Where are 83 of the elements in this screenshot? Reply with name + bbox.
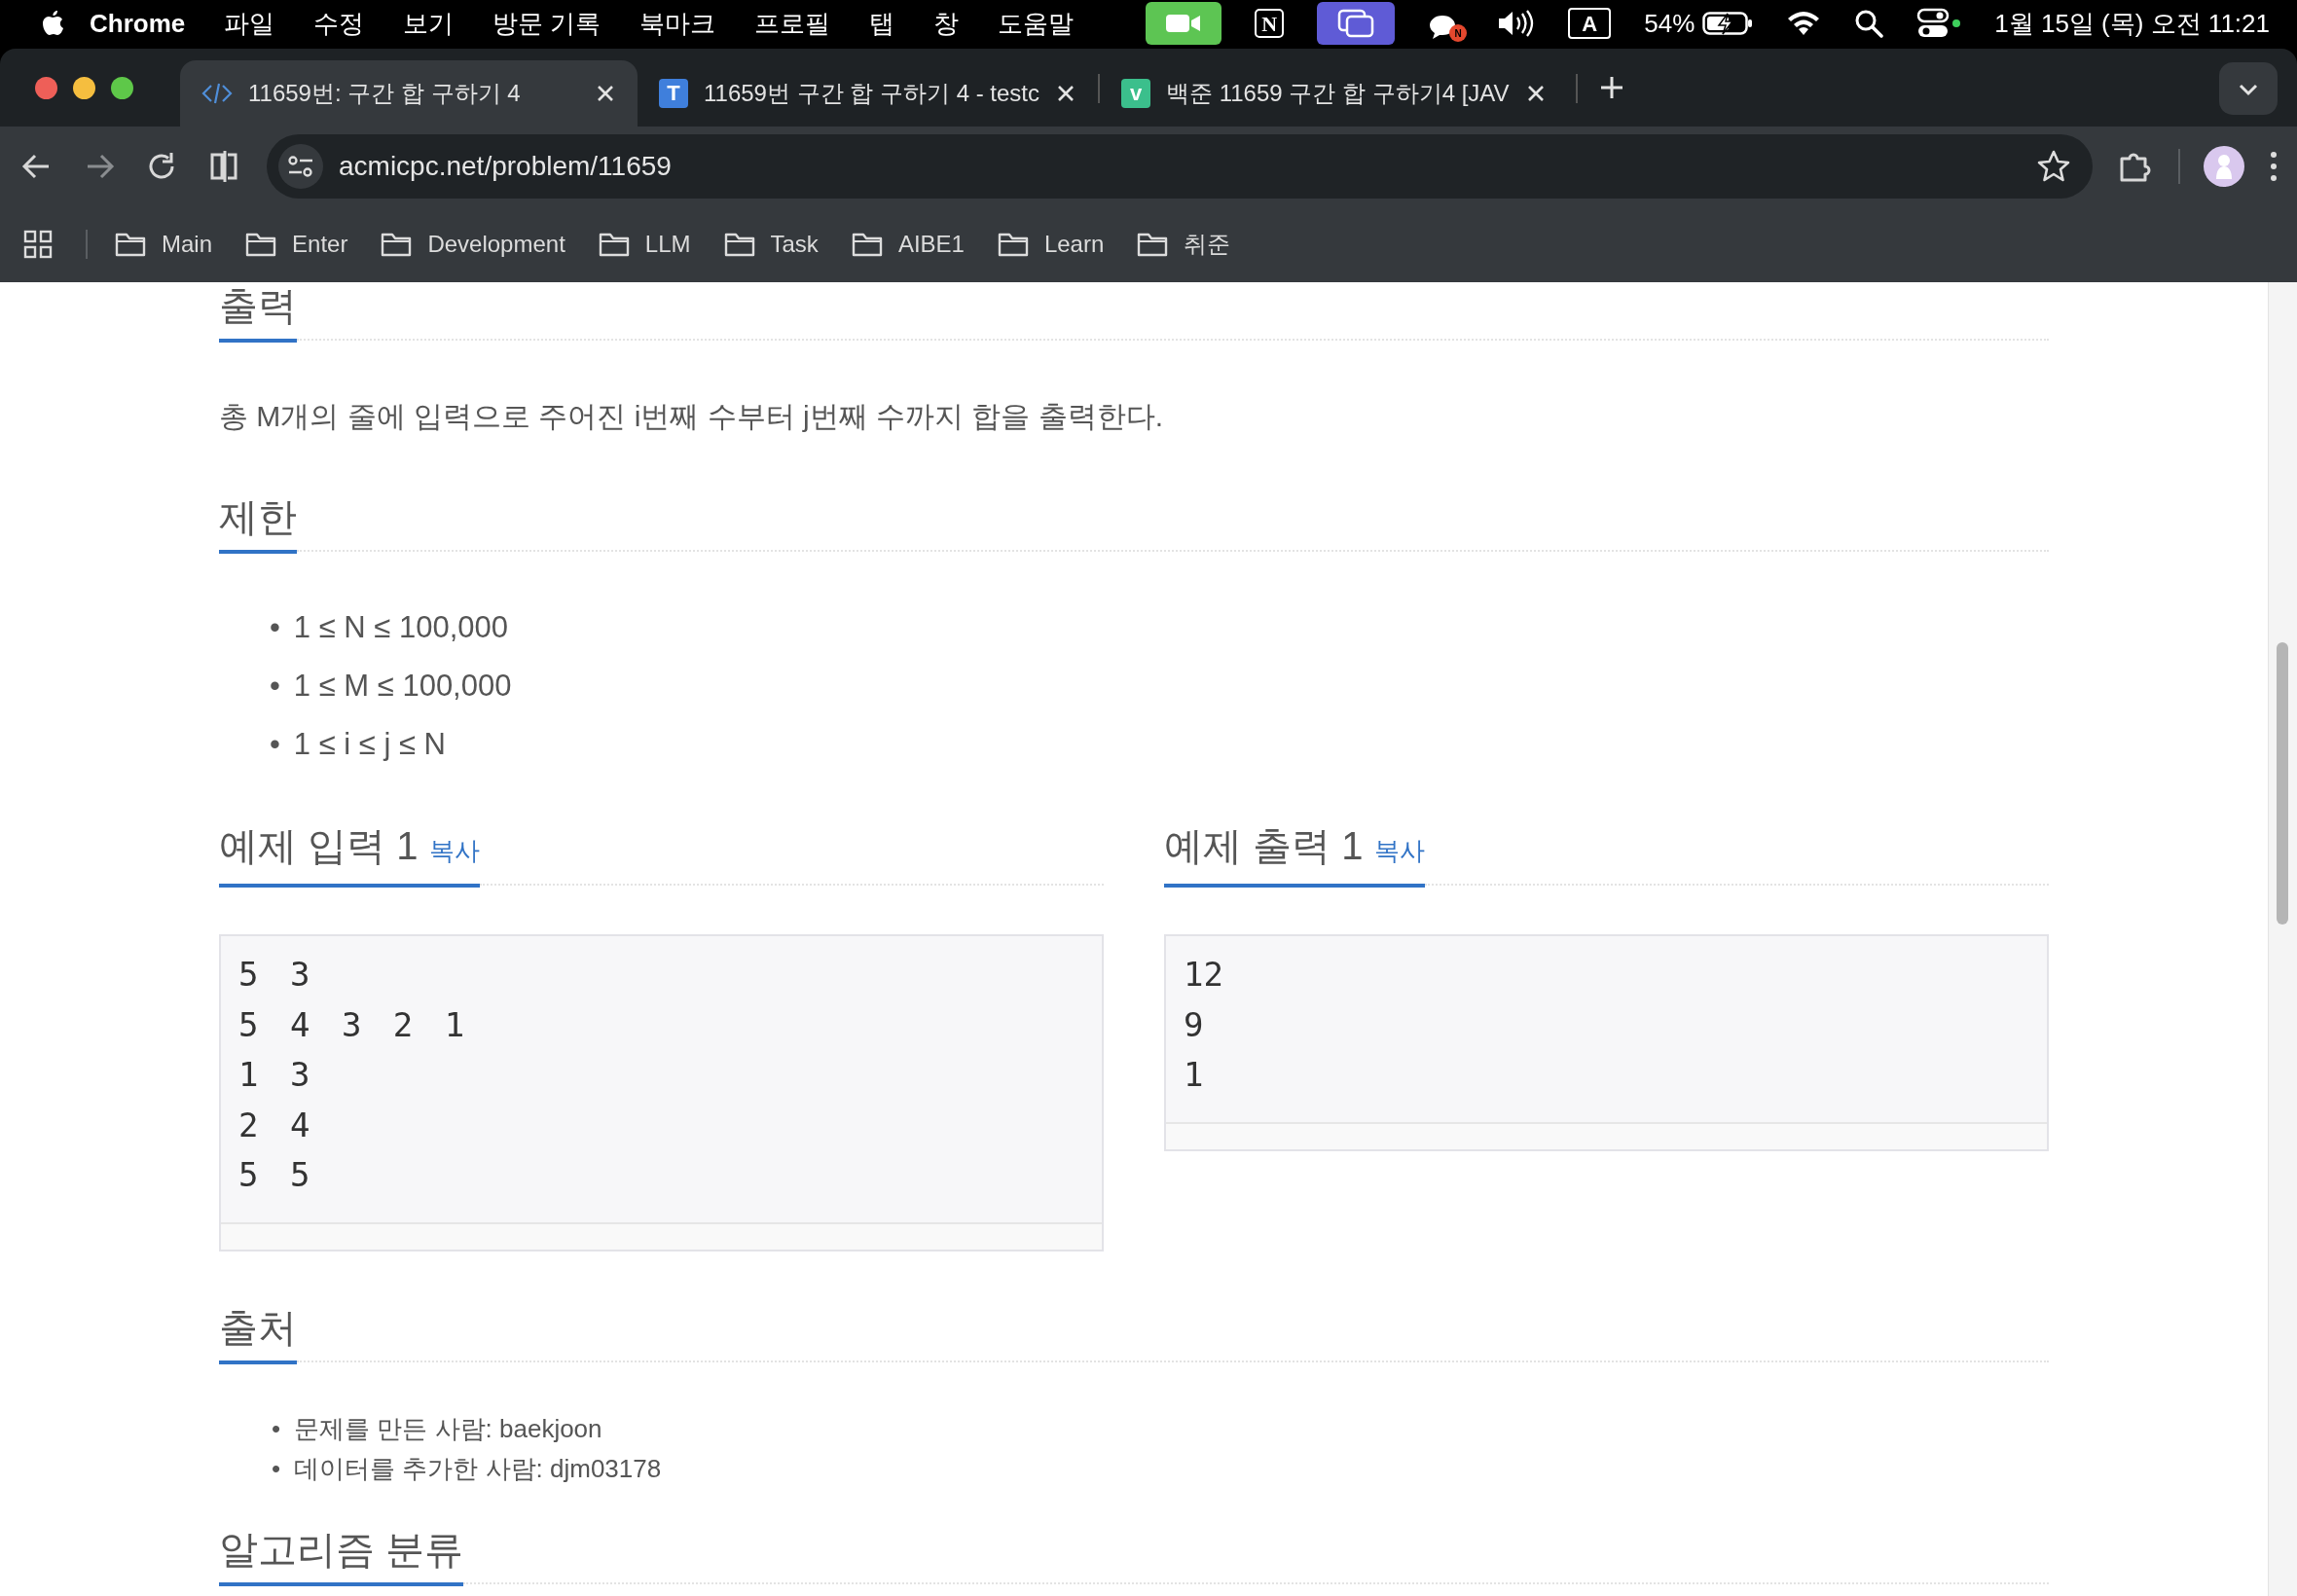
bullet: • [270, 609, 280, 646]
section-heading: 예제 출력 1 [1164, 823, 1364, 869]
section-heading: 출처 [219, 1304, 297, 1351]
menu-item[interactable]: 창 [933, 4, 960, 43]
browser-tab[interactable]: T 11659번 구간 합 구하기 4 - testc [638, 60, 1098, 127]
code-line: 9 [1184, 1003, 1205, 1046]
menu-item[interactable]: 탭 [869, 4, 895, 43]
menu-bar-clock: 1월 15일 (목) 오전 11:21 [1994, 7, 2270, 40]
close-window-button[interactable] [35, 76, 57, 99]
app-menu[interactable]: Chrome [90, 4, 186, 43]
bullet: • [272, 1412, 281, 1445]
section-heading: 알고리즘 분류 [219, 1526, 464, 1573]
avatar[interactable] [2204, 146, 2244, 187]
browser-tab[interactable]: v 백준 11659 구간 합 구하기4 [JAV [1100, 60, 1568, 127]
menu-item[interactable]: 북마크 [639, 4, 716, 43]
constraint-item: 1 ≤ M ≤ 100,000 [293, 668, 512, 705]
site-settings-icon[interactable] [278, 144, 323, 189]
tab-search-button[interactable] [2219, 62, 2278, 115]
code-line: 2 4 [238, 1104, 311, 1146]
folder-icon [245, 232, 277, 257]
minimize-window-button[interactable] [73, 76, 95, 99]
menu-item[interactable]: 프로필 [754, 4, 831, 43]
chevron-down-icon [2238, 82, 2259, 96]
notification-badge: N [1449, 24, 1468, 42]
bookmark-folder[interactable]: Task [723, 227, 819, 262]
folder-icon [851, 232, 883, 257]
favicon: T [659, 79, 688, 108]
folder-icon [997, 232, 1029, 257]
scrollbar-thumb[interactable] [2277, 642, 2288, 925]
url-text: acmicpc.net/problem/11659 [339, 150, 673, 183]
volume-icon[interactable] [1496, 9, 1536, 38]
menu-item[interactable]: 방문 기록 [492, 4, 602, 43]
bookmark-folder[interactable]: Development [381, 227, 565, 262]
source-item: 문제를 만든 사람: baekjoon [294, 1412, 602, 1445]
constraint-item: 1 ≤ i ≤ j ≤ N [293, 726, 446, 763]
facetime-icon[interactable] [1146, 2, 1222, 45]
code-line: 5 3 [238, 954, 311, 996]
input-source-icon[interactable]: A [1568, 8, 1612, 39]
bookmark-folder[interactable]: 취준 [1137, 227, 1231, 262]
description-text: 총 M개의 줄에 입력으로 주어진 i번째 수부터 j번째 수까지 합을 출력한다. [219, 399, 1164, 434]
code-line: 1 3 [238, 1054, 311, 1096]
battery-percent: 54% [1644, 7, 1695, 40]
section-heading: 제한 [219, 494, 297, 540]
code-line: 5 4 3 2 1 [238, 1003, 466, 1046]
bullet: • [270, 668, 280, 705]
menu-item[interactable]: 수정 [313, 4, 365, 43]
bookmark-folder[interactable]: Learn [997, 227, 1105, 262]
folder-icon [115, 232, 146, 257]
menu-item[interactable]: 파일 [224, 4, 275, 43]
constraint-item: 1 ≤ N ≤ 100,000 [293, 609, 509, 646]
bullet: • [272, 1452, 281, 1485]
apps-grid-icon[interactable] [23, 230, 53, 259]
section-heading: 예제 입력 1 [219, 823, 419, 869]
menu-item[interactable]: 도움말 [998, 4, 1075, 43]
search-icon[interactable] [1854, 9, 1884, 38]
bullet: • [270, 726, 280, 763]
bookmark-folder[interactable]: Main [115, 227, 213, 262]
source-item: 데이터를 추가한 사람: djm03178 [294, 1452, 662, 1485]
section-heading: 출력 [219, 283, 297, 329]
bookmark-folder[interactable]: LLM [598, 227, 691, 262]
folder-icon [598, 232, 630, 257]
copy-link[interactable]: 복사 [1374, 827, 1426, 874]
folder-icon [381, 232, 413, 257]
battery-icon[interactable] [1702, 12, 1754, 35]
wifi-icon[interactable] [1786, 10, 1822, 37]
code-line: 5 5 [238, 1154, 311, 1196]
folder-icon [1137, 232, 1169, 257]
menu-item[interactable]: 보기 [403, 4, 455, 43]
control-center-icon[interactable] [1916, 8, 1962, 39]
notion-icon[interactable]: N [1255, 9, 1285, 38]
code-icon [201, 82, 233, 105]
code-line: 1 [1184, 1054, 1205, 1096]
browser-tab[interactable]: 11659번: 구간 합 구하기 4 [180, 60, 638, 127]
code-line: 12 [1184, 954, 1224, 996]
folder-icon [723, 232, 755, 257]
address-bar[interactable]: acmicpc.net/problem/11659 [267, 134, 2093, 199]
bookmark-folder[interactable]: AIBE1 [851, 227, 965, 262]
favicon: v [1121, 79, 1150, 108]
bookmark-folder[interactable]: Enter [245, 227, 348, 262]
zoom-window-button[interactable] [111, 76, 133, 99]
copy-link[interactable]: 복사 [429, 827, 481, 874]
windows-icon[interactable] [1317, 2, 1396, 45]
star-icon[interactable] [2036, 149, 2071, 184]
